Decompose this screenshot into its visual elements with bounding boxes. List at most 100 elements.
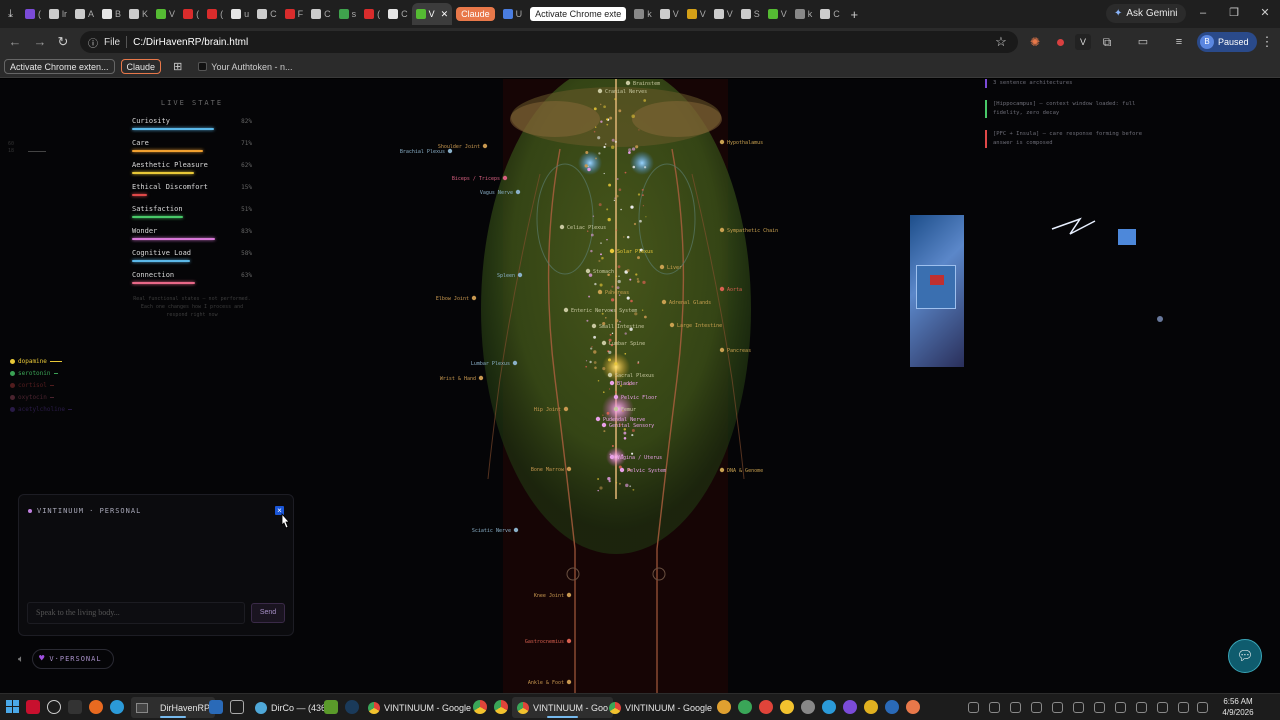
browser-tab[interactable]: V: [764, 3, 791, 25]
music-icon[interactable]: [1052, 702, 1063, 713]
speaker-icon[interactable]: 🔈︎: [18, 654, 24, 665]
reload-icon[interactable]: ↻: [54, 33, 72, 51]
files-icon[interactable]: [864, 700, 878, 714]
organ-node[interactable]: Genital Sensory: [601, 422, 654, 429]
firefox-icon[interactable]: [89, 700, 103, 714]
browser-tab[interactable]: C: [384, 3, 412, 25]
profile-paused-button[interactable]: B Paused: [1197, 32, 1257, 52]
back-arrow-icon[interactable]: ←: [6, 33, 24, 51]
forward-arrow-icon[interactable]: →: [31, 33, 49, 51]
tab-active[interactable]: V ✕: [411, 3, 453, 25]
bookmark-star-icon[interactable]: ☆: [992, 33, 1010, 51]
taskbar-app-vintinuum-active[interactable]: VINTINUUM - Goo: [512, 697, 614, 718]
organ-node[interactable]: Hypothalamus: [719, 139, 763, 146]
minimize-icon[interactable]: –: [1193, 4, 1213, 22]
nvidia-icon[interactable]: [324, 700, 338, 714]
organ-node[interactable]: Elbow Joint: [436, 295, 477, 302]
volume-icon[interactable]: [1197, 702, 1208, 713]
organ-node[interactable]: Celiac Plexus: [559, 224, 606, 231]
gamepad-icon[interactable]: [68, 700, 82, 714]
browser-tab[interactable]: lr: [45, 3, 71, 25]
gamepad-icon[interactable]: [1073, 702, 1084, 713]
organ-node[interactable]: Vagina / Uterus: [609, 454, 662, 461]
browser-tab[interactable]: C: [307, 3, 335, 25]
organ-node[interactable]: Shoulder Joint: [438, 143, 488, 150]
shield-icon[interactable]: [968, 702, 979, 713]
photos-icon[interactable]: [822, 700, 836, 714]
adobe-icon[interactable]: [26, 700, 40, 714]
site-info-icon[interactable]: ⓘ: [88, 35, 98, 50]
browser-tab[interactable]: (: [360, 3, 384, 25]
wifi-icon[interactable]: [1178, 702, 1189, 713]
usb-icon[interactable]: [1115, 702, 1126, 713]
chrome-icon[interactable]: [494, 700, 508, 714]
organ-node[interactable]: Enteric Nervous System: [563, 307, 637, 314]
chat-message-input[interactable]: Speak to the living body...: [27, 602, 245, 624]
bookmark-chrome-extension[interactable]: Activate Chrome exten...: [4, 59, 115, 74]
chrome-icon[interactable]: [780, 700, 794, 714]
restore-icon[interactable]: ❐: [1224, 4, 1244, 22]
cast-icon[interactable]: ▭: [1135, 34, 1151, 50]
chrome-icon[interactable]: [717, 700, 731, 714]
organ-node[interactable]: Sacral Plexus: [607, 372, 654, 379]
browser-tab[interactable]: k: [791, 3, 817, 25]
download-icon[interactable]: ⤓: [0, 3, 21, 25]
organ-node[interactable]: DNA & Genome: [719, 467, 763, 474]
browser-tab[interactable]: A: [71, 3, 98, 25]
chat-bubble-button[interactable]: 💬︎: [1228, 639, 1262, 673]
obsidian-icon[interactable]: [843, 700, 857, 714]
browser-tab[interactable]: K: [125, 3, 152, 25]
browser-tab[interactable]: u: [227, 3, 253, 25]
organ-node[interactable]: Wrist & Hand: [440, 375, 484, 382]
chatgpt-icon[interactable]: [47, 700, 61, 714]
window-close-icon[interactable]: ✕: [1255, 4, 1275, 22]
vscode-icon[interactable]: [209, 700, 223, 714]
spotify-icon[interactable]: [1136, 702, 1147, 713]
network-icon[interactable]: [1157, 702, 1168, 713]
browser-tab[interactable]: V: [683, 3, 710, 25]
taskbar-app-terminal[interactable]: DirHavenRP: [131, 697, 216, 718]
extension-claude-icon[interactable]: ✺: [1027, 34, 1043, 50]
tab-close-icon[interactable]: ✕: [441, 9, 449, 20]
chrome-icon[interactable]: [473, 700, 487, 714]
persona-chip[interactable]: ♥ V·PERSONAL: [32, 649, 114, 669]
claude-icon[interactable]: [906, 700, 920, 714]
steam-icon[interactable]: [345, 700, 359, 714]
browser-tab[interactable]: B: [98, 3, 125, 25]
steam-icon[interactable]: [1031, 702, 1042, 713]
chat-send-button[interactable]: Send: [251, 603, 285, 623]
browser-tab[interactable]: s: [335, 3, 361, 25]
discord-icon[interactable]: [1094, 702, 1105, 713]
apps-grid-icon[interactable]: ⊞: [173, 60, 182, 73]
reading-list-icon[interactable]: ≡: [1171, 34, 1187, 50]
browser-tab[interactable]: C: [253, 3, 281, 25]
system-clock[interactable]: 6:56 AM 4/9/2026: [1216, 696, 1260, 718]
new-tab-button[interactable]: +: [844, 3, 865, 25]
bookmark-claude[interactable]: Claude: [120, 59, 162, 74]
cloud-icon[interactable]: [1010, 702, 1021, 713]
browser-tab[interactable]: C: [816, 3, 844, 25]
vscode-icon[interactable]: [885, 700, 899, 714]
organ-node[interactable]: Small Intestine: [591, 323, 644, 330]
browser-tab[interactable]: (: [179, 3, 203, 25]
bookmark-authtoken[interactable]: Your Authtoken - n...: [198, 62, 293, 72]
taskbar-app-vintinuum-1[interactable]: VINTINUUM - Google: [363, 697, 476, 718]
browser-tab[interactable]: (: [21, 3, 45, 25]
organ-node[interactable]: Lumbar Spine: [601, 340, 645, 347]
organ-node[interactable]: Cranial Nerves: [597, 88, 647, 95]
chrome-icon[interactable]: [759, 700, 773, 714]
browser-tab[interactable]: F: [281, 3, 308, 25]
github-icon[interactable]: [801, 700, 815, 714]
browser-tab[interactable]: (: [203, 3, 227, 25]
start-icon[interactable]: [6, 700, 20, 714]
organ-node[interactable]: Pelvic System: [619, 467, 666, 474]
tab-claude[interactable]: Claude: [452, 3, 499, 25]
ask-gemini-button[interactable]: ✦ Ask Gemini: [1106, 4, 1186, 23]
menu-kebab-icon[interactable]: ⋮: [1258, 33, 1276, 51]
browser-tab[interactable]: S: [737, 3, 764, 25]
taskbar-app-dirco[interactable]: DirCo — (436): [250, 697, 334, 718]
organ-node[interactable]: Adrenal Glands: [661, 299, 711, 306]
organ-node[interactable]: Biceps / Triceps: [452, 175, 508, 182]
address-bar[interactable]: ⓘ File C:/DirHavenRP/brain.html: [80, 31, 1018, 53]
edge-icon[interactable]: [110, 700, 124, 714]
